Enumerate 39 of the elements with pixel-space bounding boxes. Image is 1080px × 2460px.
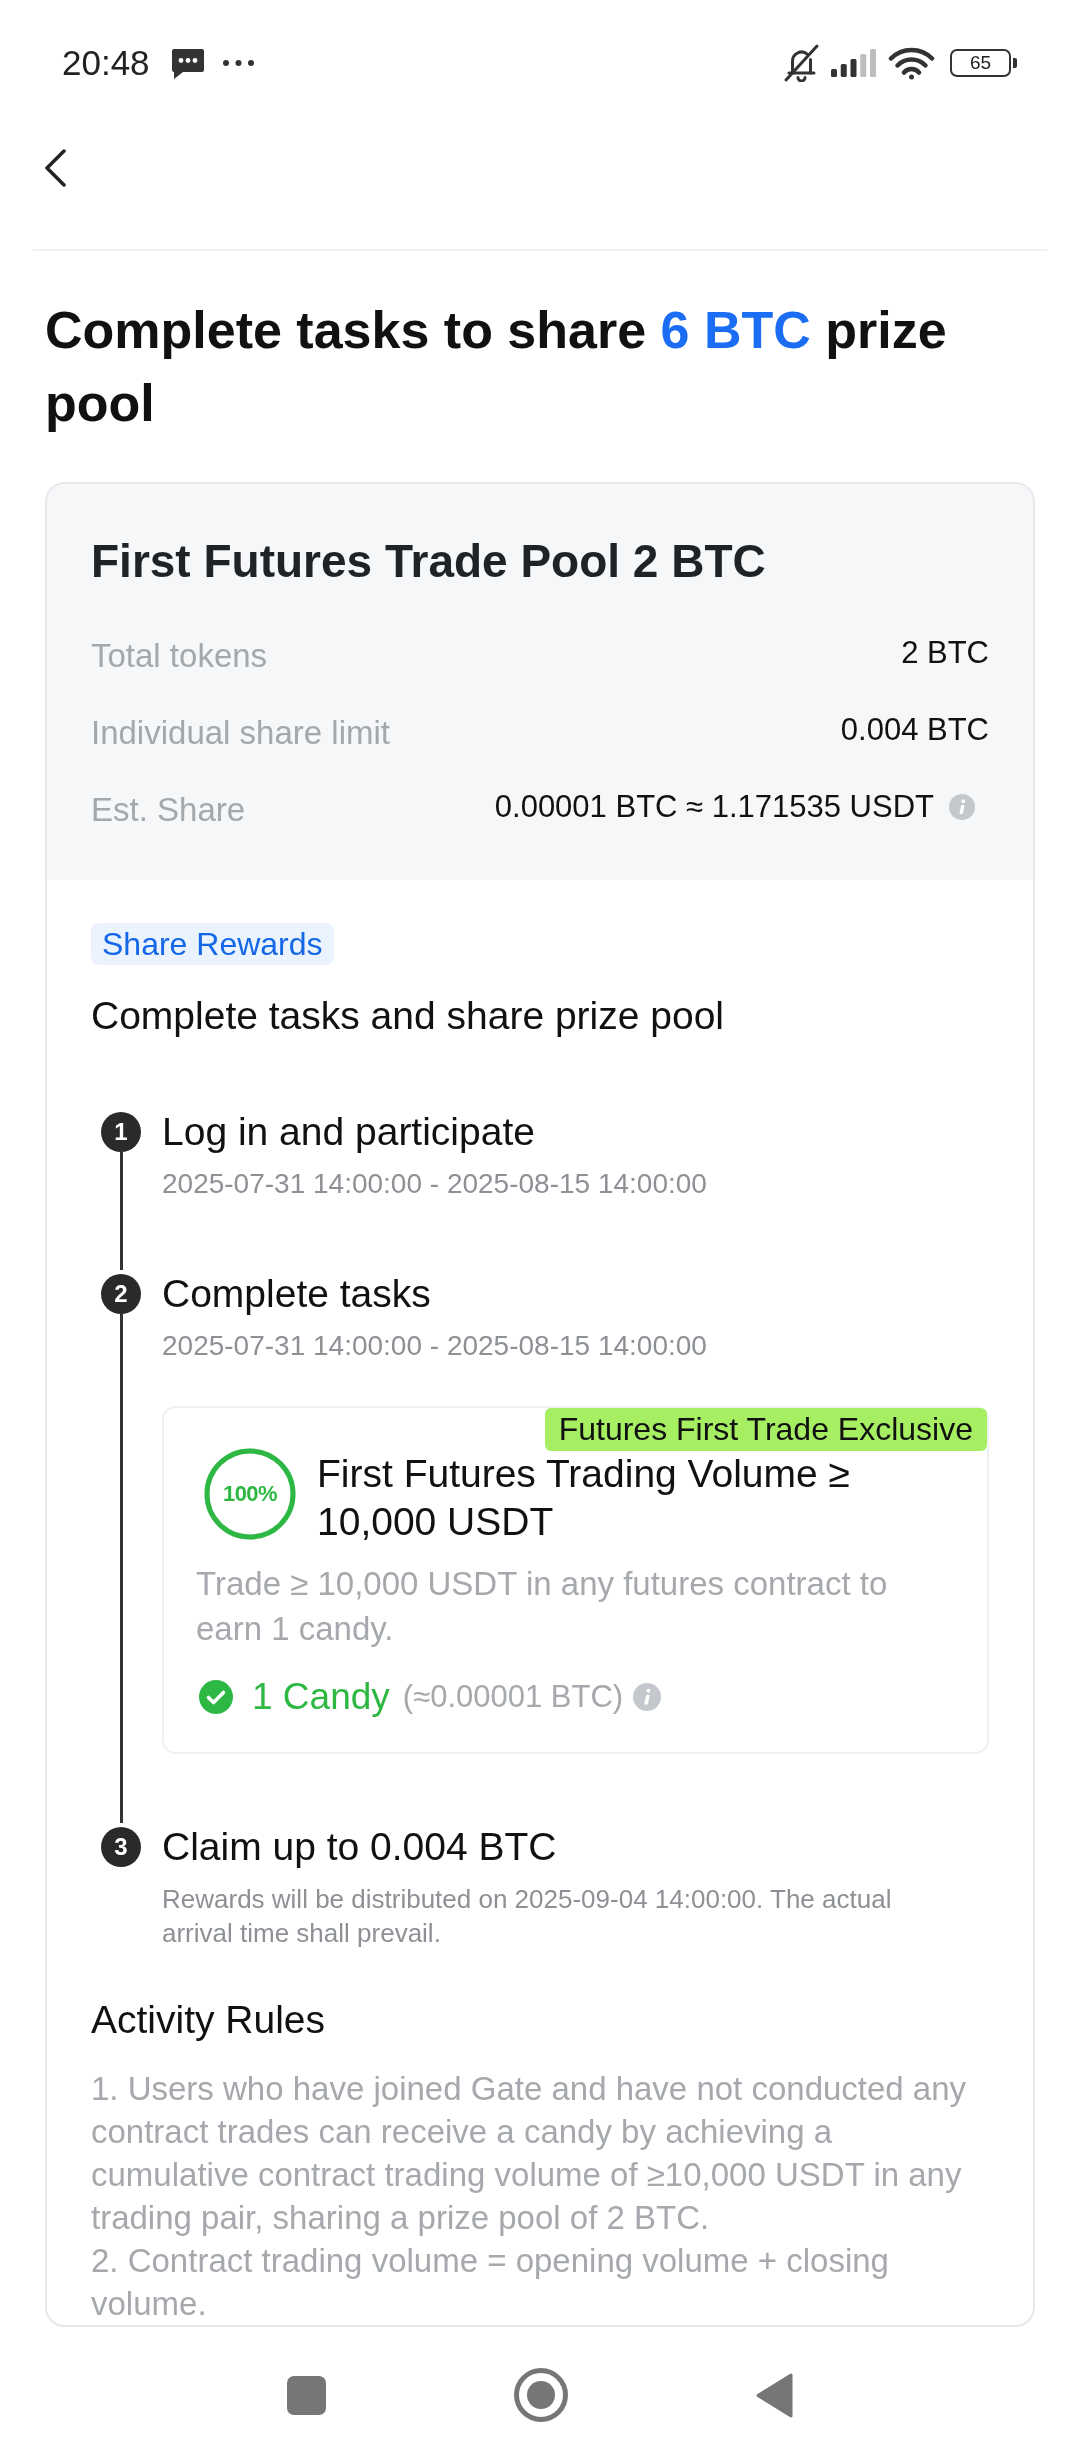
battery-indicator: 65 bbox=[950, 49, 1017, 77]
triangle-back-icon[interactable] bbox=[756, 2372, 793, 2418]
summary-value: 2 BTC bbox=[901, 633, 989, 672]
page-title: Complete tasks to share 6 BTC prize pool bbox=[45, 300, 948, 434]
step-title: Log in and participate bbox=[162, 1109, 536, 1155]
step-title: Claim up to 0.004 BTC bbox=[162, 1824, 558, 1870]
section-heading: Complete tasks and share prize pool bbox=[91, 993, 725, 1039]
pool-title: First Futures Trade Pool 2 BTC bbox=[91, 534, 767, 589]
progress-percent: 100% bbox=[222, 1481, 278, 1507]
more-dots-icon bbox=[222, 60, 254, 66]
reward-amount: 1 Candy bbox=[252, 1675, 390, 1719]
step-description: Rewards will be distributed on 2025-09-04 14:00:00. The actual arrival time shall prevail. bbox=[162, 1883, 893, 1950]
signal-icon bbox=[831, 49, 876, 77]
square-nav-icon[interactable] bbox=[287, 2375, 326, 2415]
step-description: 2025-07-31 14:00:00 - 2025-08-15 14:00:00 bbox=[162, 1167, 708, 1201]
status-time: 20:48 bbox=[62, 43, 150, 83]
step-description: 2025-07-31 14:00:00 - 2025-08-15 14:00:00 bbox=[162, 1329, 708, 1363]
step-number: 2 bbox=[101, 1274, 141, 1314]
circle-nav-icon[interactable] bbox=[514, 2368, 568, 2422]
summary-label: Est. Share bbox=[91, 789, 246, 830]
step-title: Complete tasks bbox=[162, 1271, 432, 1317]
summary-label: Individual share limit bbox=[91, 712, 390, 753]
summary-value: 0.004 BTC bbox=[840, 710, 989, 749]
exclusive-badge: Futures First Trade Exclusive bbox=[544, 1408, 987, 1451]
task-description: Trade ≥ 10,000 USDT in any futures contract to earn 1 candy. bbox=[196, 1564, 889, 1649]
rule-text: 1. Users who have joined Gate and have not conducted any contract trades can receive a candy by achieving a cumulative contract trading volume of ≥10,000 USDT in any trading pair, sharing a prize pool of 2 BTC. bbox=[91, 2069, 968, 2238]
step-number: 3 bbox=[101, 1827, 141, 1867]
wifi-icon bbox=[888, 46, 935, 80]
rules-heading: Activity Rules bbox=[91, 1997, 327, 2043]
step-number: 1 bbox=[101, 1112, 141, 1152]
rule-text: 2. Contract trading volume = opening volume + closing volume. bbox=[91, 2241, 890, 2324]
task-title: First Futures Trading Volume ≥ 10,000 USDT bbox=[317, 1451, 851, 1545]
summary-label: Total tokens bbox=[91, 635, 268, 676]
reward-note: (≈0.00001 BTC) bbox=[402, 1678, 624, 1716]
summary-value: 0.00001 BTC ≈ 1.171535 USDT bbox=[494, 787, 934, 826]
bell-off-icon bbox=[783, 44, 820, 82]
chevron-left-icon[interactable] bbox=[43, 149, 67, 187]
message-icon bbox=[170, 47, 205, 79]
share-rewards-tag: Share Rewards bbox=[91, 923, 334, 965]
